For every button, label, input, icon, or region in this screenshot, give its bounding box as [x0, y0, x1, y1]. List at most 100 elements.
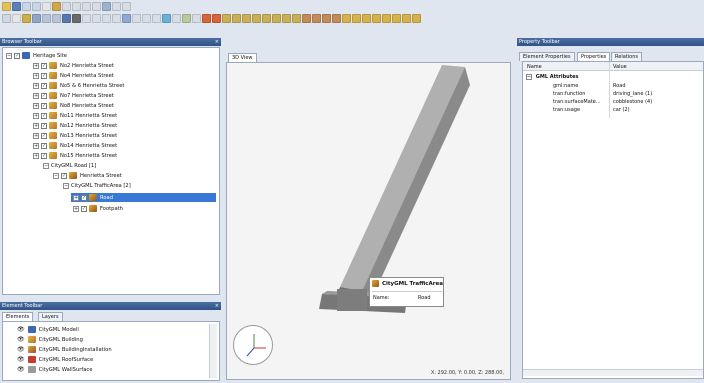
- filter-icon[interactable]: [122, 2, 131, 11]
- align-icon[interactable]: [252, 14, 261, 23]
- distribute-icon[interactable]: [312, 14, 321, 23]
- snap-icon[interactable]: [372, 14, 381, 23]
- align-icon[interactable]: [242, 14, 251, 23]
- shape-icon[interactable]: [122, 14, 131, 23]
- eye-icon[interactable]: 👁: [17, 346, 25, 353]
- align-icon[interactable]: [262, 14, 271, 23]
- tab-elements[interactable]: Elements: [2, 312, 34, 321]
- tab-element-properties[interactable]: Element Properties: [519, 52, 575, 61]
- expand-icon[interactable]: +: [73, 194, 79, 201]
- visibility-checkbox[interactable]: ✓: [41, 132, 47, 139]
- snap-icon[interactable]: [382, 14, 391, 23]
- collapse-icon[interactable]: −: [53, 172, 59, 179]
- image-icon[interactable]: [182, 14, 191, 23]
- tree-item-building[interactable]: + ✓ No5 & 6 Henrietta Street: [33, 81, 124, 90]
- element-toolbar-close-icon[interactable]: ×: [215, 302, 219, 310]
- browser-toolbar-close-icon[interactable]: ×: [215, 38, 219, 46]
- tree-item-building[interactable]: + ✓ No4 Henrietta Street: [33, 71, 114, 80]
- tree-item-building[interactable]: + ✓ No13 Henrietta Street: [33, 131, 117, 140]
- shape-icon[interactable]: [82, 14, 91, 23]
- visibility-checkbox[interactable]: ✓: [61, 172, 67, 179]
- edit-icon[interactable]: [62, 14, 71, 23]
- table-icon[interactable]: [192, 14, 201, 23]
- tool-icon[interactable]: [52, 2, 61, 11]
- grid-icon[interactable]: [152, 14, 161, 23]
- grid-icon[interactable]: [142, 14, 151, 23]
- chart-icon[interactable]: [172, 14, 181, 23]
- snap-icon[interactable]: [392, 14, 401, 23]
- tree-item-building[interactable]: + ✓ No14 Henrietta Street: [33, 141, 117, 150]
- expand-icon[interactable]: +: [33, 92, 39, 99]
- branch-icon[interactable]: [22, 14, 31, 23]
- tree-item-building[interactable]: + ✓ No2 Henrietta Street: [33, 61, 114, 70]
- align-icon[interactable]: [282, 14, 291, 23]
- filter-icon[interactable]: [92, 2, 101, 11]
- property-value[interactable]: Road: [613, 82, 626, 90]
- visibility-checkbox[interactable]: ✓: [41, 112, 47, 119]
- visibility-checkbox[interactable]: ✓: [41, 82, 47, 89]
- move-icon[interactable]: [32, 14, 41, 23]
- property-value[interactable]: car (2): [613, 106, 630, 114]
- scale-icon[interactable]: [52, 14, 61, 23]
- column-header-name[interactable]: Name: [527, 63, 542, 71]
- filter-icon[interactable]: [72, 2, 81, 11]
- visibility-checkbox[interactable]: ✓: [41, 102, 47, 109]
- move-arrows-icon[interactable]: [212, 14, 221, 23]
- copy-icon[interactable]: [22, 2, 31, 11]
- expand-icon[interactable]: +: [33, 122, 39, 129]
- collapse-icon[interactable]: −: [43, 162, 49, 169]
- shape-icon[interactable]: [102, 14, 111, 23]
- pen-icon[interactable]: [72, 14, 81, 23]
- visibility-checkbox[interactable]: ✓: [41, 92, 47, 99]
- paste-icon[interactable]: [32, 2, 41, 11]
- target-icon[interactable]: [162, 14, 171, 23]
- filter-active-icon[interactable]: [102, 2, 111, 11]
- tree-item-citygml-road[interactable]: − CityGML Road [1]: [43, 161, 96, 170]
- shape-icon[interactable]: [132, 14, 141, 23]
- filter-icon[interactable]: [82, 2, 91, 11]
- eye-icon[interactable]: 👁: [17, 356, 25, 363]
- expand-icon[interactable]: +: [33, 112, 39, 119]
- tree-item-traffic-area[interactable]: − CityGML TrafficArea [2]: [63, 181, 131, 190]
- element-item-building-installation[interactable]: 👁 CityGML BuildingInstallation: [17, 345, 112, 354]
- element-item-wall-surface[interactable]: 👁 CityGML WallSurface: [17, 365, 92, 374]
- tree-item-building[interactable]: + ✓ No7 Henrietta Street: [33, 91, 114, 100]
- tree-item-road[interactable]: + ✓ Road: [73, 193, 113, 202]
- align-icon[interactable]: [272, 14, 281, 23]
- collapse-icon[interactable]: −: [6, 52, 12, 59]
- select-icon[interactable]: [2, 14, 11, 23]
- distribute-icon[interactable]: [302, 14, 311, 23]
- visibility-checkbox[interactable]: ✓: [41, 122, 47, 129]
- snap-icon[interactable]: [412, 14, 421, 23]
- property-value[interactable]: cobblestone (4): [613, 98, 652, 106]
- shape-icon[interactable]: [112, 14, 121, 23]
- element-item-modell[interactable]: 👁 CityGML Modell: [17, 325, 79, 334]
- filter-icon[interactable]: [112, 2, 121, 11]
- pointer-icon[interactable]: [12, 14, 21, 23]
- eye-icon[interactable]: 👁: [17, 366, 25, 373]
- save-icon[interactable]: [12, 2, 21, 11]
- column-header-value[interactable]: Value: [613, 63, 627, 71]
- viewport-3d[interactable]: CityGML TrafficArea Name: Road X: 292.00…: [226, 62, 511, 380]
- collapse-icon[interactable]: −: [526, 73, 532, 80]
- expand-icon[interactable]: +: [33, 152, 39, 159]
- rotate-icon[interactable]: [42, 14, 51, 23]
- property-value[interactable]: driving_lane (1): [613, 90, 652, 98]
- tree-item-footpath[interactable]: + ✓ Footpath: [73, 204, 123, 213]
- element-list-scrollbar[interactable]: [209, 324, 217, 378]
- visibility-checkbox[interactable]: ✓: [41, 142, 47, 149]
- snap-icon[interactable]: [342, 14, 351, 23]
- align-icon[interactable]: [292, 14, 301, 23]
- expand-icon[interactable]: +: [73, 205, 79, 212]
- visibility-checkbox[interactable]: ✓: [81, 194, 87, 201]
- tree-item-building[interactable]: + ✓ No15 Henrietta Street: [33, 151, 117, 160]
- element-item-roof-surface[interactable]: 👁 CityGML RoofSurface: [17, 355, 93, 364]
- expand-icon[interactable]: +: [33, 82, 39, 89]
- snap-icon[interactable]: [352, 14, 361, 23]
- visibility-checkbox[interactable]: ✓: [41, 72, 47, 79]
- property-group-gml-attributes[interactable]: − GML Attributes: [526, 73, 578, 81]
- tree-item-building[interactable]: + ✓ No12 Henrietta Street: [33, 121, 117, 130]
- snap-icon[interactable]: [362, 14, 371, 23]
- move-arrows-icon[interactable]: [202, 14, 211, 23]
- tree-item-building[interactable]: + ✓ No8 Henrietta Street: [33, 101, 114, 110]
